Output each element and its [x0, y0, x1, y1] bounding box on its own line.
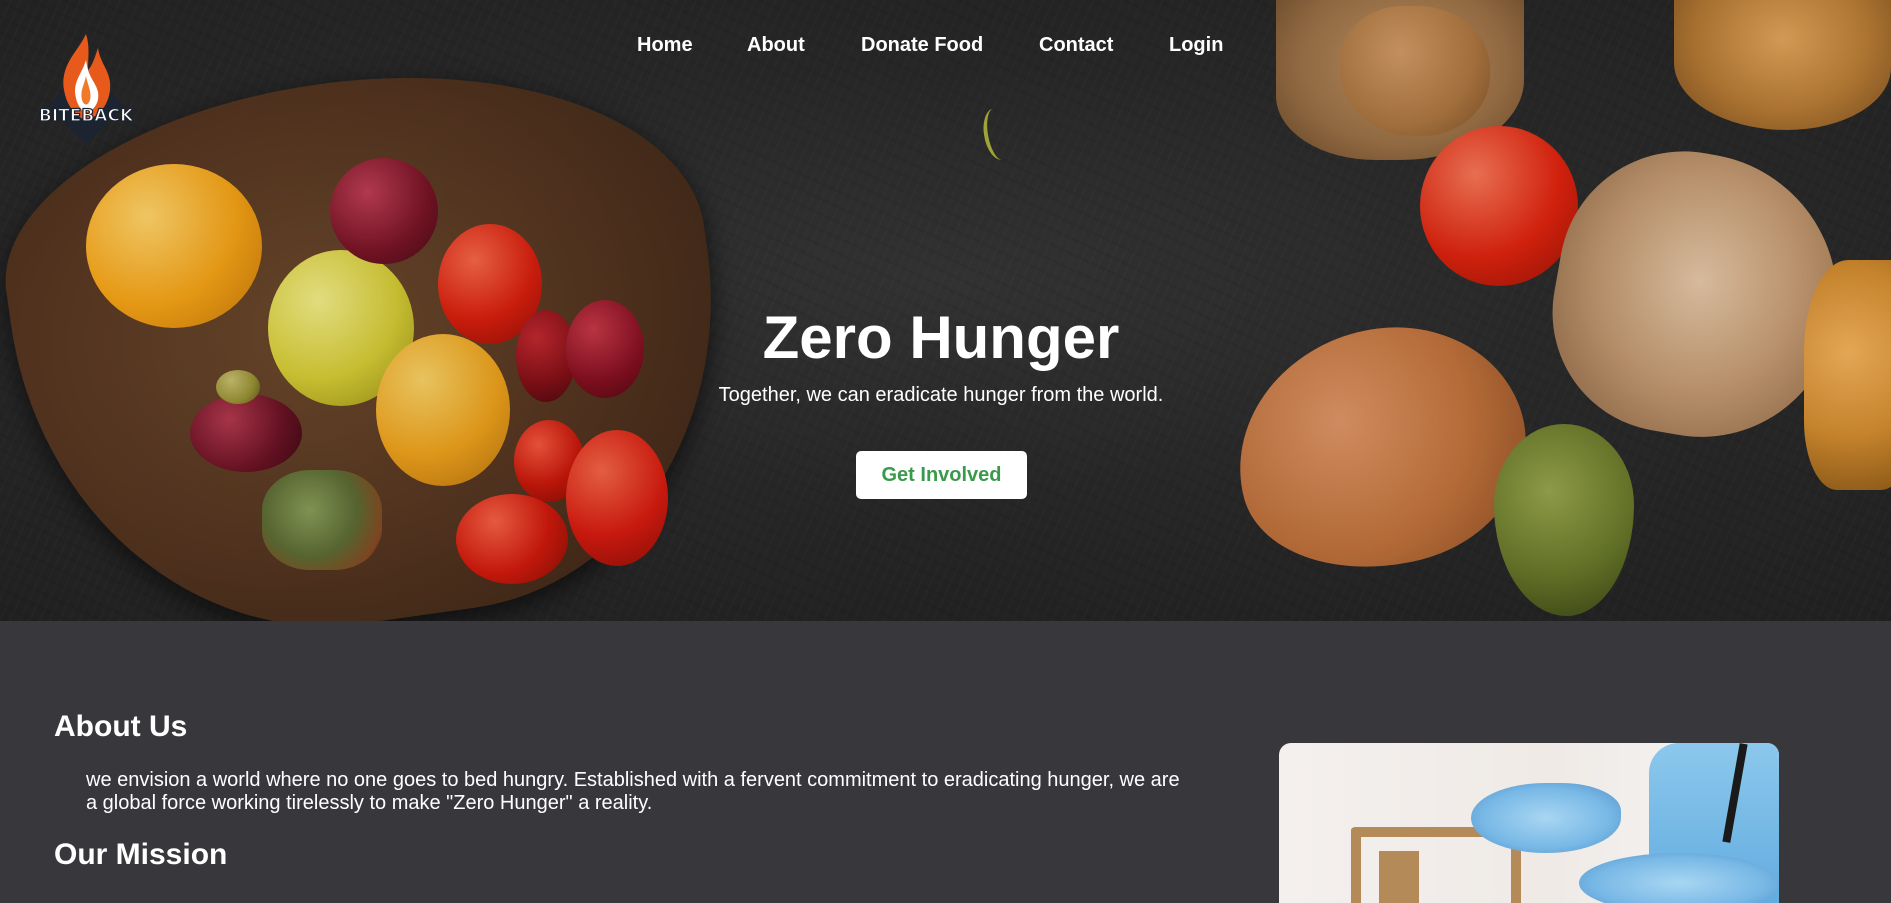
logo-text: BITEBACK [39, 106, 134, 126]
nav-home-link[interactable]: Home [637, 30, 693, 60]
food-box-image [1379, 851, 1419, 903]
hero-title: Zero Hunger [762, 304, 1120, 372]
volunteer-photo [1279, 743, 1779, 903]
about-text: we envision a world where no one goes to… [86, 769, 1180, 814]
hero-subtitle: Together, we can eradicate hunger from t… [718, 384, 1164, 406]
nav-login-link[interactable]: Login [1169, 30, 1223, 60]
gloved-hand-image [1471, 783, 1621, 853]
nav-donate-food-link[interactable]: Donate Food [861, 30, 983, 60]
nav-about-link[interactable]: About [747, 30, 805, 60]
hero-section: BITEBACK Home About Donate Food Contact … [0, 0, 1891, 621]
about-heading: About Us [54, 710, 188, 743]
get-involved-button[interactable]: Get Involved [856, 451, 1027, 499]
mission-heading: Our Mission [54, 838, 228, 871]
nav-contact-link[interactable]: Contact [1039, 30, 1113, 60]
main-nav: Home About Donate Food Contact Login [0, 30, 1891, 60]
about-section: About Us we envision a world where no on… [0, 621, 1891, 903]
